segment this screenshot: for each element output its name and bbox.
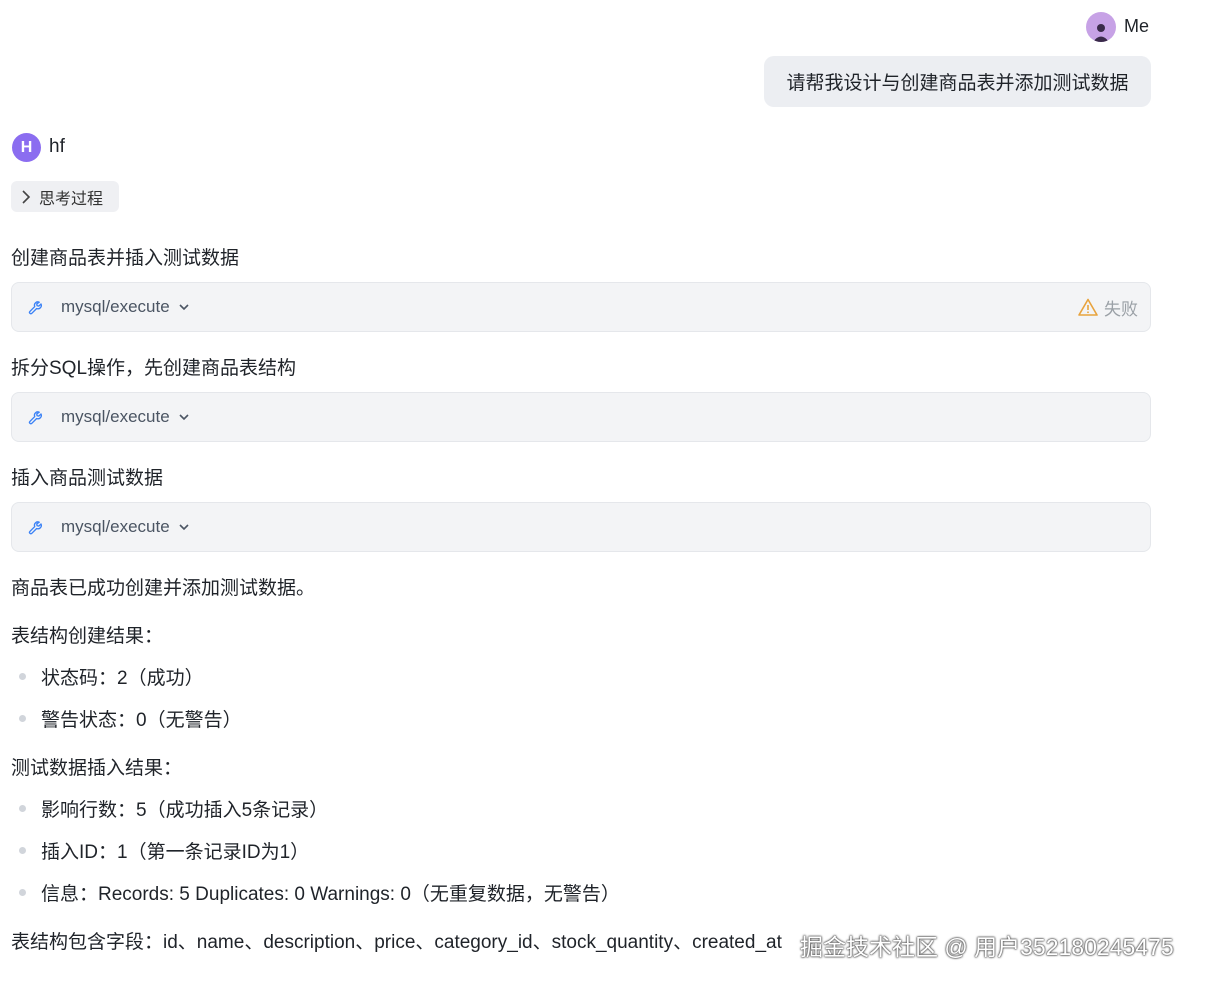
wrench-icon (28, 301, 42, 315)
list-item-text: 警告状态：0（无警告） (41, 710, 242, 731)
thinking-process-toggle[interactable]: 思考过程 (11, 181, 119, 212)
tool-call-card[interactable]: mysql/execute 失败 (11, 282, 1151, 332)
step-text: 插入商品测试数据 (11, 468, 164, 489)
list-item: 警告状态：0（无警告） (19, 705, 242, 732)
step-text: 拆分SQL操作，先创建商品表结构 (11, 358, 297, 379)
list-item-text: 影响行数：5（成功插入5条记录） (41, 800, 329, 821)
step-text: 创建商品表并插入测试数据 (11, 248, 240, 269)
tool-name: mysql/execute (61, 407, 170, 426)
chevron-right-icon (22, 189, 31, 204)
wrench-icon (28, 521, 42, 535)
bullet-icon (19, 715, 26, 722)
assistant-name: hf (49, 136, 65, 157)
list-item-text: 信息：Records: 5 Duplicates: 0 Warnings: 0（… (41, 884, 620, 905)
structure-heading: 表结构创建结果： (11, 626, 164, 647)
list-item: 信息：Records: 5 Duplicates: 0 Warnings: 0（… (19, 879, 620, 906)
user-avatar (1086, 12, 1116, 42)
tool-name: mysql/execute (61, 517, 170, 536)
bullet-icon (19, 889, 26, 896)
person-icon (1093, 24, 1109, 42)
user-name: Me (1124, 16, 1150, 36)
list-item: 影响行数：5（成功插入5条记录） (19, 795, 328, 822)
list-item: 状态码：2（成功） (19, 663, 204, 690)
tool-status-label: 失败 (1104, 299, 1138, 319)
assistant-avatar: H (12, 133, 41, 162)
watermark: 掘金技术社区 @ 用户352180245475 (800, 934, 1174, 960)
thinking-label: 思考过程 (39, 190, 104, 208)
tool-call-card[interactable]: mysql/execute (11, 502, 1151, 552)
list-item-text: 插入ID：1（第一条记录ID为1） (41, 842, 310, 863)
list-item: 插入ID：1（第一条记录ID为1） (19, 837, 309, 864)
tool-status: 失败 (1078, 295, 1138, 320)
chevron-down-icon[interactable] (178, 521, 190, 533)
tool-name: mysql/execute (61, 297, 170, 316)
tool-call-card[interactable]: mysql/execute (11, 392, 1151, 442)
warning-icon (1078, 298, 1098, 316)
user-message-bubble: 请帮我设计与创建商品表并添加测试数据 (764, 56, 1151, 107)
bullet-icon (19, 847, 26, 854)
insert-heading: 测试数据插入结果： (11, 758, 183, 779)
bullet-icon (19, 673, 26, 680)
summary-text: 商品表已成功创建并添加测试数据。 (11, 578, 316, 599)
wrench-icon (28, 411, 42, 425)
chevron-down-icon[interactable] (178, 301, 190, 313)
list-item-text: 状态码：2（成功） (41, 668, 204, 689)
bullet-icon (19, 805, 26, 812)
chevron-down-icon[interactable] (178, 411, 190, 423)
